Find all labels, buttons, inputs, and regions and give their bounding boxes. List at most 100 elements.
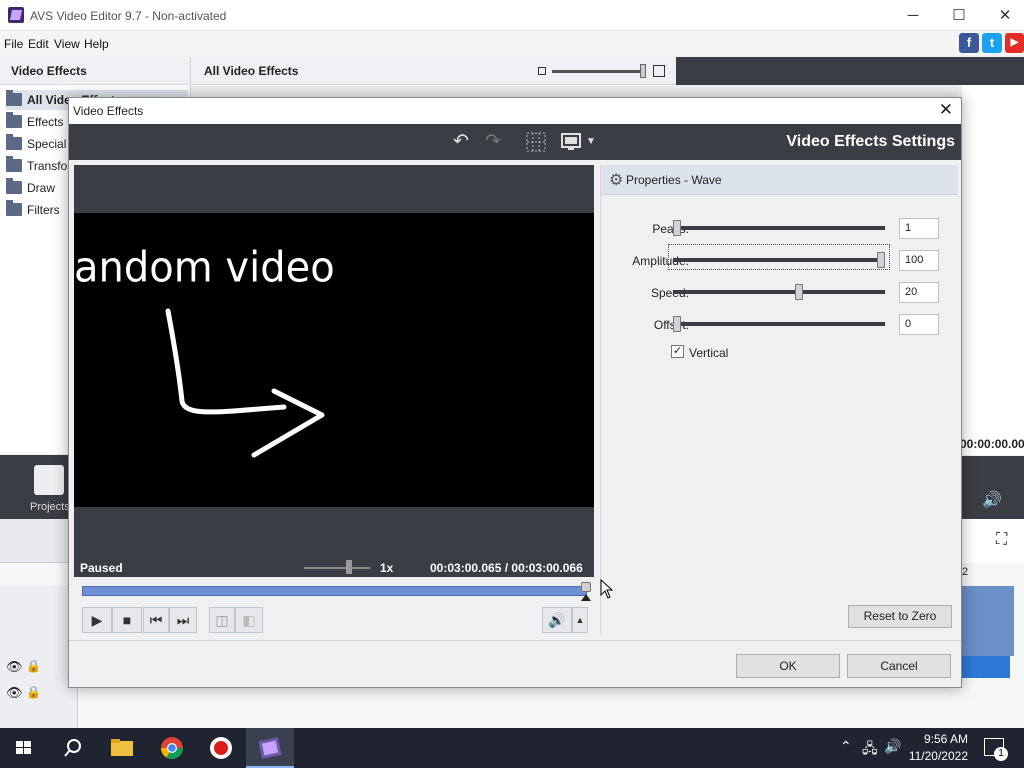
network-icon[interactable]: 🖧 — [862, 738, 878, 762]
youtube-icon[interactable]: ▶ — [1005, 33, 1024, 53]
eye-icon[interactable]: 👁 — [6, 659, 23, 675]
play-button[interactable]: ▶ — [82, 607, 112, 633]
playback-status: Paused — [80, 561, 123, 575]
arrow-drawing — [165, 308, 325, 458]
amplitude-slider-thumb[interactable] — [877, 252, 885, 268]
speaker-icon[interactable]: 🔊 — [884, 738, 901, 755]
dialog-close-button[interactable]: ✕ — [939, 100, 953, 120]
menu-view[interactable]: View — [54, 37, 80, 51]
peaks-slider-thumb[interactable] — [673, 220, 681, 236]
thumbnail-slider-thumb[interactable] — [640, 64, 646, 78]
chrome-button[interactable] — [148, 728, 196, 768]
clapperboard-icon[interactable] — [34, 465, 64, 495]
timeline-clip[interactable] — [962, 656, 1010, 678]
chevron-up-icon[interactable]: ⌃ — [840, 738, 852, 755]
chevron-down-icon[interactable]: ▼ — [585, 130, 597, 154]
windows-icon — [16, 741, 31, 754]
recorder-button[interactable] — [197, 728, 245, 768]
menu-file[interactable]: File — [4, 37, 23, 51]
facebook-icon[interactable]: f — [959, 33, 979, 53]
timeline-toolbar-right: ⛶ — [962, 519, 1024, 563]
small-thumbnails-icon[interactable] — [538, 67, 546, 75]
record-icon — [210, 737, 232, 759]
grid-icon[interactable] — [524, 130, 548, 154]
speaker-icon: 🔊 — [548, 612, 566, 628]
divider — [69, 640, 961, 641]
monitor-icon[interactable] — [559, 130, 583, 154]
seek-handle[interactable] — [581, 582, 591, 592]
close-button[interactable]: ✕ — [982, 0, 1024, 31]
timeline-clip[interactable] — [962, 586, 1014, 656]
chevron-up-icon: ▲ — [575, 615, 585, 625]
seek-bar[interactable] — [82, 586, 587, 596]
start-button[interactable] — [0, 728, 48, 768]
timeline-ruler-mark: 2 — [962, 566, 969, 578]
lock-icon[interactable]: 🔒 — [26, 685, 41, 699]
menu-edit[interactable]: Edit — [28, 37, 49, 51]
video-frame-text: andom video — [74, 243, 335, 293]
file-explorer-button[interactable] — [98, 728, 146, 768]
app-logo-icon — [8, 7, 24, 23]
offset-slider-thumb[interactable] — [673, 316, 681, 332]
stop-icon: ■ — [122, 612, 132, 628]
twitter-icon[interactable]: t — [982, 33, 1002, 53]
panel-title: Video Effects — [11, 64, 87, 78]
volume-menu-button[interactable]: ▲ — [572, 607, 588, 633]
clock-time[interactable]: 9:56 AM — [924, 732, 968, 746]
previous-frame-button[interactable]: ⏮ — [143, 607, 169, 633]
side-by-side-button[interactable]: ◧ — [235, 607, 263, 633]
search-button[interactable] — [48, 728, 96, 768]
folder-icon — [6, 200, 22, 216]
menu-bar: File Edit View Help — [0, 31, 1024, 55]
eye-icon[interactable]: 👁 — [6, 685, 23, 701]
projects-label[interactable]: Projects — [30, 501, 70, 513]
peaks-input[interactable]: 1 — [899, 218, 939, 239]
folder-icon — [6, 156, 22, 172]
speed-input[interactable]: 20 — [899, 282, 939, 303]
large-thumbnails-icon[interactable] — [653, 65, 665, 77]
undo-icon[interactable]: ↶ — [449, 130, 473, 154]
speed-slider[interactable] — [304, 567, 370, 569]
lock-icon[interactable]: 🔒 — [26, 659, 41, 673]
offset-input[interactable]: 0 — [899, 314, 939, 335]
speed-slider-thumb[interactable] — [795, 284, 804, 300]
amplitude-slider[interactable] — [673, 258, 885, 262]
notification-icon[interactable]: 1 — [984, 738, 1008, 761]
gear-icon: ⚙ — [609, 172, 624, 189]
content-title: All Video Effects — [204, 64, 299, 78]
dialog-titlebar: Video Effects ✕ — [69, 98, 961, 124]
thumbnail-size-slider[interactable] — [552, 70, 644, 73]
avs-editor-button[interactable] — [246, 728, 294, 768]
properties-header: ⚙ Properties - Wave — [601, 165, 958, 195]
play-icon: ▶ — [91, 612, 103, 628]
volume-icon[interactable]: 🔊 — [982, 490, 1002, 510]
folder-icon — [6, 112, 22, 128]
volume-button[interactable]: 🔊 — [542, 607, 572, 633]
redo-icon[interactable]: ↷ — [481, 130, 505, 154]
preview-header — [676, 57, 1024, 85]
speed-slider[interactable] — [673, 290, 885, 294]
offset-slider[interactable] — [673, 322, 885, 326]
minimize-button[interactable]: ─ — [890, 0, 936, 31]
split-view-button[interactable]: ◫ — [209, 607, 235, 633]
peaks-slider[interactable] — [673, 226, 885, 230]
taskbar: ⌃ 🖧 🔊 9:56 AM 11/20/2022 1 — [0, 728, 1024, 768]
speed-slider-thumb[interactable] — [346, 560, 352, 574]
cancel-button[interactable]: Cancel — [847, 654, 951, 678]
right-area — [962, 85, 1024, 455]
panel-header: Video Effects — [0, 57, 190, 85]
reset-to-zero-button[interactable]: Reset to Zero — [848, 605, 952, 628]
film-icon — [258, 737, 282, 759]
tree-item-label: Draw — [27, 181, 56, 195]
fit-to-window-icon[interactable]: ⛶ — [996, 531, 1007, 549]
skip-forward-icon: ⏭ — [176, 612, 190, 628]
volume-area: 🔊 — [962, 456, 1024, 519]
menu-help[interactable]: Help — [84, 37, 109, 51]
clock-date[interactable]: 11/20/2022 — [909, 749, 968, 763]
next-frame-button[interactable]: ⏭ — [169, 607, 197, 633]
amplitude-input[interactable]: 100 — [899, 250, 939, 271]
maximize-button[interactable]: ☐ — [936, 0, 982, 31]
ok-button[interactable]: OK — [736, 654, 840, 678]
vertical-checkbox[interactable]: ✓ — [671, 345, 684, 358]
stop-button[interactable]: ■ — [112, 607, 142, 633]
